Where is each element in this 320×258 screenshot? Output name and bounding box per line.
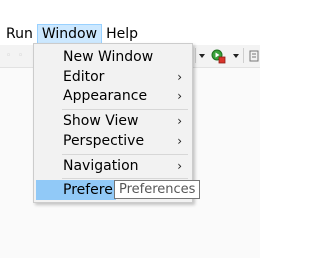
menu-separator (62, 178, 188, 179)
menu-separator (62, 109, 188, 110)
menu-item-editor[interactable]: Editor › (36, 67, 190, 87)
menu-help[interactable]: Help (102, 24, 142, 44)
run-config-icon[interactable] (210, 48, 226, 64)
menu-item-label: Appearance (63, 88, 148, 104)
toolbar-separator (195, 48, 196, 63)
menu-item-show-view[interactable]: Show View › (36, 111, 190, 131)
preferences-tooltip: Preferences (114, 180, 201, 199)
chevron-right-icon: › (177, 114, 182, 128)
menu-window[interactable]: Window (36, 24, 103, 44)
menu-bar: Run Window Help (0, 24, 260, 44)
menu-item-label: Perspective (63, 133, 145, 149)
menu-item-label: Navigation (63, 158, 139, 174)
chevron-right-icon: › (177, 70, 182, 84)
dropdown-arrow-icon[interactable] (199, 54, 205, 58)
menu-item-perspective[interactable]: Perspective › (36, 131, 190, 151)
menu-item-navigation[interactable]: Navigation › (36, 156, 190, 176)
menu-separator (62, 154, 188, 155)
faint-toolbar-icon: ◦ (18, 51, 24, 61)
menu-item-label: Show View (63, 113, 139, 129)
menu-item-label: Editor (63, 69, 105, 85)
menu-item-new-window[interactable]: New Window (36, 47, 190, 67)
menu-item-appearance[interactable]: Appearance › (36, 86, 190, 106)
menu-item-label: Preferen (63, 182, 122, 198)
menu-item-label: New Window (63, 49, 154, 65)
chevron-right-icon: › (177, 159, 182, 173)
dropdown-arrow-icon[interactable] (233, 54, 239, 58)
toolbar-icon[interactable] (248, 48, 264, 64)
chevron-right-icon: › (177, 89, 182, 103)
window-menu-dropdown: New Window Editor › Appearance › Show Vi… (33, 43, 193, 203)
faint-toolbar-icon: ◦ (6, 51, 12, 61)
toolbar-separator (243, 48, 244, 63)
menu-run[interactable]: Run (0, 24, 37, 44)
chevron-right-icon: › (177, 134, 182, 148)
menu-item-preferences[interactable]: Preferen (36, 180, 122, 200)
